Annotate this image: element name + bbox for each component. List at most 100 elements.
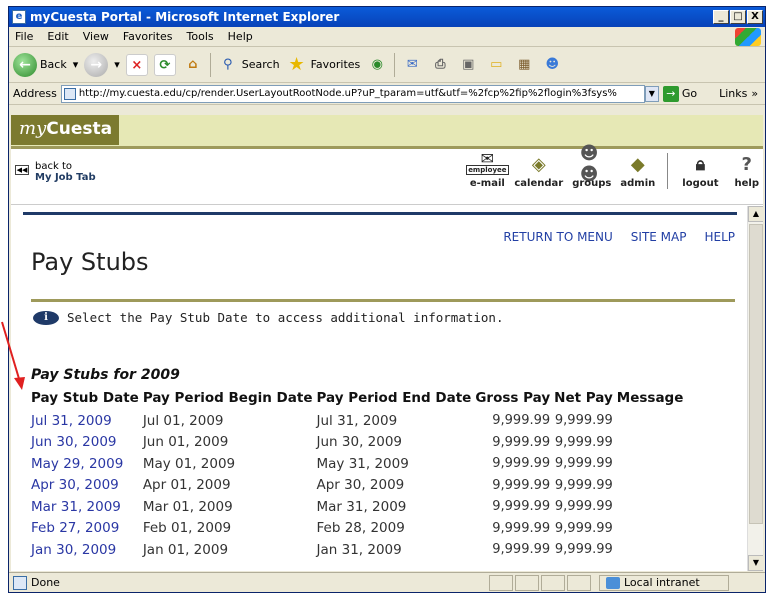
col-message: Message — [616, 390, 684, 406]
scroll-down-icon[interactable]: ▼ — [748, 555, 763, 571]
back-arrow-icon[interactable]: ← — [13, 52, 37, 77]
net-pay-cell: 9,999.99 — [554, 456, 613, 472]
go-button[interactable]: → Go — [662, 85, 697, 102]
logo-my: my — [19, 118, 47, 139]
pay-stub-date-link[interactable]: May 29, 2009 — [31, 456, 123, 472]
toolbar-separator — [394, 52, 396, 77]
title-divider — [31, 299, 735, 302]
begin-date-cell: May 01, 2009 — [142, 455, 236, 472]
gross-pay-cell: 9,999.99 — [492, 477, 551, 493]
nav-email[interactable]: ✉ employee e-mail — [466, 151, 509, 189]
help-link[interactable]: HELP — [704, 230, 735, 244]
pay-stub-date-link[interactable]: Mar 31, 2009 — [31, 499, 121, 515]
back-button[interactable]: Back — [40, 58, 67, 71]
rewind-icon: ◀◀ — [15, 165, 29, 175]
groups-icon: ☻☻ — [579, 143, 599, 185]
address-url: http://my.cuesta.edu/cp/render.UserLayou… — [78, 88, 617, 99]
nav-groups[interactable]: ☻☻ groups — [572, 143, 611, 189]
admin-icon: ◆ — [630, 153, 645, 175]
stop-icon[interactable]: × — [125, 53, 148, 76]
forward-dropdown-icon[interactable]: ▾ — [114, 58, 120, 71]
col-begin-date: Pay Period Begin Date — [142, 390, 313, 406]
pay-stub-date-link[interactable]: Jul 31, 2009 — [31, 413, 112, 429]
back-to-job-tab-link[interactable]: ◀◀ back to My Job Tab — [15, 161, 96, 183]
end-date-cell: Feb 28, 2009 — [316, 520, 405, 537]
site-map-link[interactable]: SITE MAP — [631, 230, 687, 244]
vertical-scrollbar[interactable]: ▲ ▼ — [747, 206, 763, 571]
minimize-button[interactable]: _ — [713, 10, 729, 24]
table-row: May 29, 2009 May 01, 2009 May 31, 2009 9… — [31, 453, 687, 475]
messenger-icon[interactable]: ☻ — [541, 54, 563, 76]
forward-arrow-icon[interactable]: → — [84, 52, 109, 77]
gross-pay-cell: 9,999.99 — [492, 413, 551, 429]
table-row: Jul 31, 2009 Jul 01, 2009 Jul 31, 2009 9… — [31, 410, 687, 432]
table-row: Feb 27, 2009 Feb 01, 2009 Feb 28, 2009 9… — [31, 518, 687, 540]
windows-logo-icon — [735, 28, 761, 46]
page-icon — [63, 87, 76, 100]
toolbar-separator — [209, 52, 211, 77]
back-line2: My Job Tab — [35, 172, 96, 183]
window-title: myCuesta Portal - Microsoft Internet Exp… — [30, 10, 340, 24]
pay-stub-date-link[interactable]: Jan 30, 2009 — [31, 542, 116, 558]
end-date-cell: Jul 31, 2009 — [316, 412, 398, 429]
nav-logout[interactable]: 🔒︎ logout — [682, 153, 718, 190]
begin-date-cell: Jan 01, 2009 — [142, 541, 229, 558]
menu-view[interactable]: View — [83, 30, 109, 43]
mycuesta-logo: myCuesta — [11, 115, 119, 145]
pay-stub-date-link[interactable]: Apr 30, 2009 — [31, 477, 119, 493]
home-icon[interactable]: ⌂ — [182, 54, 204, 76]
back-dropdown-icon[interactable]: ▾ — [73, 58, 79, 71]
message-cell — [617, 432, 688, 454]
col-end-date: Pay Period End Date — [316, 390, 472, 406]
net-pay-cell: 9,999.99 — [554, 477, 613, 493]
links-button[interactable]: Links — [719, 87, 747, 100]
address-bar: Address http://my.cuesta.edu/cp/render.U… — [9, 83, 765, 105]
folder-icon[interactable]: ▭ — [485, 54, 507, 76]
scroll-thumb[interactable] — [749, 224, 763, 524]
address-dropdown-icon[interactable]: ▼ — [644, 85, 659, 102]
net-pay-cell: 9,999.99 — [554, 499, 613, 515]
title-bar: e myCuesta Portal - Microsoft Internet E… — [9, 7, 765, 27]
table-row: Mar 31, 2009 Mar 01, 2009 Mar 31, 2009 9… — [31, 496, 687, 518]
edit-icon[interactable]: ▣ — [457, 54, 479, 76]
security-zone: Local intranet — [599, 574, 729, 591]
menu-tools[interactable]: Tools — [187, 30, 214, 43]
media-icon[interactable]: ◉ — [366, 54, 388, 76]
status-panel — [567, 574, 591, 591]
search-button[interactable]: Search — [242, 58, 280, 71]
status-panel — [541, 574, 565, 591]
menu-favorites[interactable]: Favorites — [123, 30, 173, 43]
section-title: Pay Stubs for 2009 — [31, 367, 180, 383]
pay-stub-date-link[interactable]: Feb 27, 2009 — [31, 520, 119, 536]
table-header-row: Pay Stub Date Pay Period Begin Date Pay … — [31, 390, 687, 410]
nav-help[interactable]: ? help — [735, 153, 760, 190]
nav-divider — [667, 153, 669, 189]
research-icon[interactable]: ▦ — [513, 54, 535, 76]
status-panel — [489, 574, 513, 591]
mail-icon[interactable]: ✉ — [401, 54, 423, 76]
nav-admin[interactable]: ◆ admin — [620, 153, 655, 190]
menu-file[interactable]: File — [15, 30, 33, 43]
scroll-up-icon[interactable]: ▲ — [748, 206, 763, 222]
menu-edit[interactable]: Edit — [47, 30, 68, 43]
menu-help[interactable]: Help — [228, 30, 253, 43]
refresh-icon[interactable]: ⟳ — [153, 53, 176, 76]
favorites-star-icon[interactable]: ★ — [286, 54, 308, 76]
message-cell — [617, 518, 688, 540]
favorites-button[interactable]: Favorites — [311, 58, 361, 71]
print-icon[interactable]: ⎙ — [429, 54, 451, 76]
gross-pay-cell: 9,999.99 — [492, 520, 551, 536]
address-input[interactable]: http://my.cuesta.edu/cp/render.UserLayou… — [60, 84, 645, 103]
nav-calendar[interactable]: ◈ calendar — [514, 153, 563, 190]
net-pay-cell: 9,999.99 — [554, 520, 613, 536]
gross-pay-cell: 9,999.99 — [492, 499, 551, 515]
pay-stub-date-link[interactable]: Jun 30, 2009 — [31, 434, 117, 450]
logo-cuesta: Cuesta — [46, 119, 113, 139]
search-icon[interactable]: ⚲ — [217, 54, 239, 76]
back-line1: back to — [35, 161, 72, 172]
intranet-icon — [606, 576, 620, 589]
close-button[interactable]: X — [747, 10, 763, 24]
return-to-menu-link[interactable]: RETURN TO MENU — [503, 230, 612, 244]
maximize-button[interactable]: □ — [730, 10, 746, 24]
links-chevron-icon[interactable]: » — [751, 87, 758, 100]
